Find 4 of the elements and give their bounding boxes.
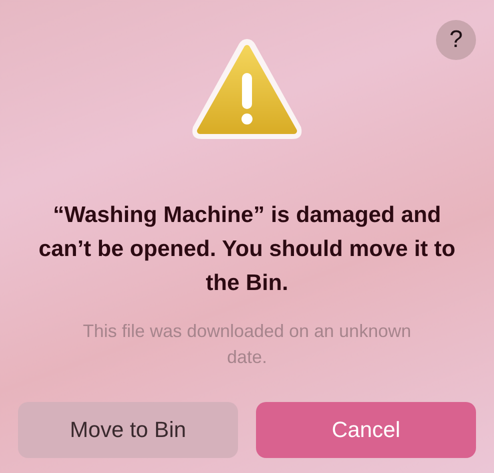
move-to-bin-button[interactable]: Move to Bin [18,402,238,458]
alert-title: “Washing Machine” is damaged and can’t be opened. You should move it to the Bin. [38,201,456,297]
alert-message: This file was downloaded on an unknown date. [82,320,412,369]
help-button[interactable]: ? [436,20,476,60]
